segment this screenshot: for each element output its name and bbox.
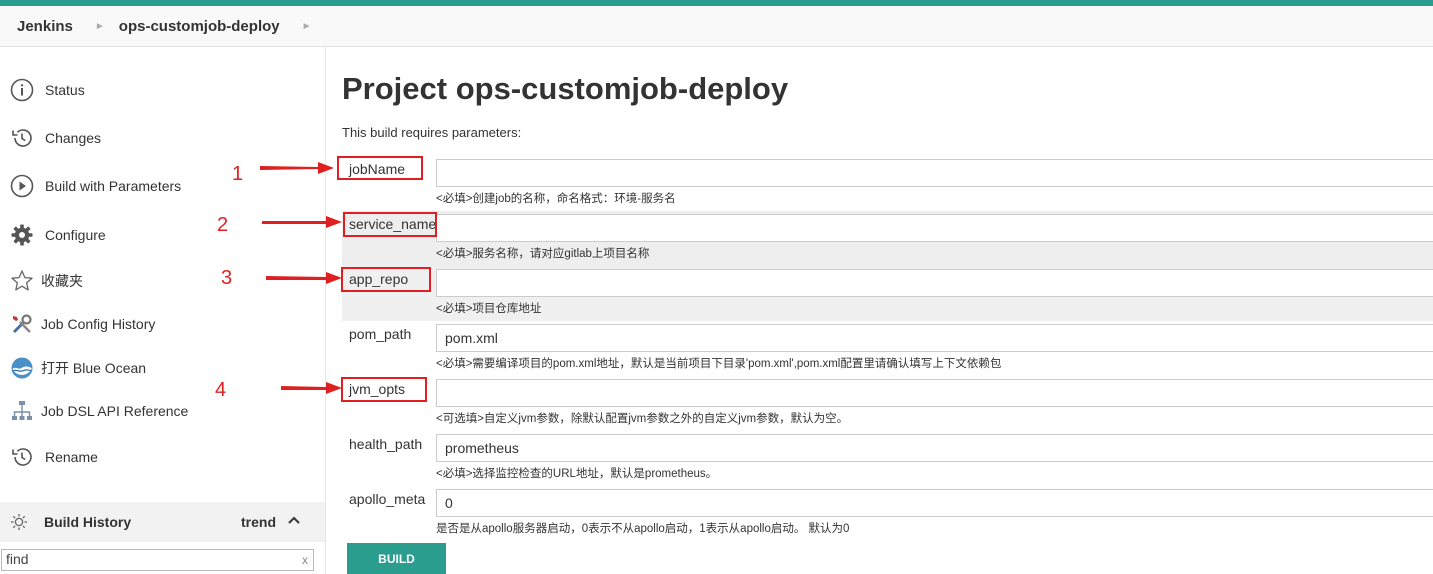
annotation-arrow-icon <box>260 162 334 174</box>
annotation-arrow-icon <box>262 216 342 228</box>
annotation-arrow-icon <box>281 382 342 394</box>
annotation-number: 3 <box>221 267 233 289</box>
annotation-arrow-icon <box>266 272 342 284</box>
annotation-arrows <box>260 162 342 394</box>
annotation-number: 4 <box>215 379 227 401</box>
annotation-number: 1 <box>232 163 244 185</box>
annotation-number: 2 <box>217 214 229 236</box>
